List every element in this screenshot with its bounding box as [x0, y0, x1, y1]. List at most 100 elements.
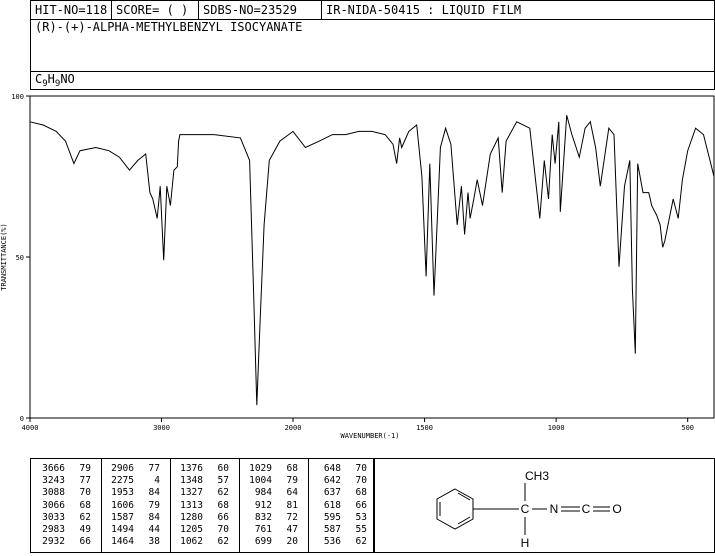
peak-row: 1062 62: [173, 536, 241, 548]
axis-ticks: 4000 3000 2000 1500 1000 500100500: [11, 93, 694, 432]
peak-transmittance: 62: [355, 536, 367, 548]
x-tick-label: 500: [681, 424, 694, 432]
peak-wavenumber: 637: [323, 487, 341, 499]
peak-wavenumber: 2932: [42, 536, 65, 548]
peak-row: 1953 84: [104, 487, 172, 499]
peak-transmittance: 53: [355, 511, 367, 523]
peak-transmittance: 70: [217, 524, 229, 536]
peak-transmittance: 70: [355, 463, 367, 474]
structure-panel: C CH3 H N C O: [374, 458, 715, 553]
peak-row: 1606 79: [104, 500, 172, 512]
y-tick-label: 50: [16, 254, 24, 262]
peak-column: 2906 77 2275 4 1953 84 1606 79 1587 84 1494 44 1464 3…: [104, 463, 172, 548]
peak-row: 984 64: [242, 487, 310, 499]
molecule-structure: C CH3 H N C O: [436, 469, 622, 550]
x-tick-label: 4000: [22, 424, 39, 432]
peak-transmittance: 49: [79, 524, 91, 536]
peak-transmittance: 84: [148, 511, 160, 523]
peak-wavenumber: 3243: [42, 475, 65, 487]
peak-wavenumber: 648: [323, 463, 341, 474]
peak-row: 536 62: [311, 536, 379, 548]
benzene-ring: [436, 488, 474, 530]
peak-transmittance: 68: [355, 487, 367, 499]
peak-wavenumber: 587: [323, 524, 341, 536]
peak-row: 3066 68: [35, 500, 103, 512]
peak-column: 1029 68 1004 79 984 64 912 81 832 72 761 47 699 20: [242, 463, 310, 548]
peak-transmittance: 64: [286, 487, 298, 499]
peak-transmittance: 77: [148, 463, 160, 474]
peak-wavenumber: 1606: [111, 499, 134, 511]
peak-row: 1327 62: [173, 487, 241, 499]
peak-wavenumber: 1280: [180, 511, 203, 523]
peak-transmittance: 72: [286, 511, 298, 523]
peak-row: 1348 57: [173, 475, 241, 487]
peak-row: 832 72: [242, 512, 310, 524]
peak-row: 648 70: [311, 463, 379, 475]
y-axis-title-group: TRANSMITTANCE(%): [0, 223, 8, 290]
peak-transmittance: 66: [79, 536, 91, 548]
nitrogen-label: N: [550, 502, 559, 516]
peak-wavenumber: 1376: [180, 463, 203, 474]
peak-wavenumber: 2275: [111, 475, 134, 487]
column-divider: [170, 459, 171, 552]
peak-row: 2906 77: [104, 463, 172, 475]
peak-transmittance: 66: [217, 511, 229, 523]
peak-wavenumber: 2906: [111, 463, 134, 474]
peak-column: 3666 79 3243 77 3088 70 3066 68 3033 62 2983 49 2932…: [35, 463, 103, 548]
peak-transmittance: 47: [286, 524, 298, 536]
methyl-label: CH3: [525, 469, 549, 483]
peak-wavenumber: 1004: [249, 475, 272, 487]
peak-wavenumber: 1464: [111, 536, 134, 548]
oxygen-label: O: [612, 502, 621, 516]
peak-row: 912 81: [242, 500, 310, 512]
peak-transmittance: 44: [148, 524, 160, 536]
peak-transmittance: 57: [217, 475, 229, 487]
y-tick-label: 100: [11, 93, 24, 101]
peak-transmittance: 81: [286, 499, 298, 511]
peak-transmittance: 77: [79, 475, 91, 487]
column-divider: [239, 459, 240, 552]
peak-transmittance: 79: [286, 475, 298, 487]
x-tick-label: 1000: [548, 424, 565, 432]
peak-row: 1205 70: [173, 524, 241, 536]
peak-wavenumber: 1327: [180, 487, 203, 499]
peak-wavenumber: 832: [254, 511, 272, 523]
peak-column: 648 70 642 70 637 68 618 66 595 53 587 55 536 62: [311, 463, 379, 548]
peak-transmittance: 66: [355, 499, 367, 511]
peak-row: 587 55: [311, 524, 379, 536]
column-divider: [308, 459, 309, 552]
peak-wavenumber: 3088: [42, 487, 65, 499]
peak-transmittance: 60: [217, 463, 229, 474]
peak-transmittance: 62: [79, 511, 91, 523]
peak-row: 1004 79: [242, 475, 310, 487]
peak-transmittance: 38: [148, 536, 160, 548]
peak-table: 3666 79 3243 77 3088 70 3066 68 3033 62 2983 49 2932…: [30, 458, 374, 553]
hydrogen-label: H: [521, 536, 530, 550]
peak-wavenumber: 984: [254, 487, 272, 499]
peak-wavenumber: 699: [254, 536, 272, 548]
peak-row: 1376 60: [173, 463, 241, 475]
peak-wavenumber: 3033: [42, 511, 65, 523]
peak-wavenumber: 1587: [111, 511, 134, 523]
plot-frame: [29, 95, 715, 419]
peak-wavenumber: 618: [323, 499, 341, 511]
x-axis-title: WAVENUMBER(-1): [340, 432, 399, 440]
spectrum-line: [29, 115, 715, 406]
peak-wavenumber: 1029: [249, 463, 272, 474]
peak-wavenumber: 3666: [42, 463, 65, 474]
x-tick-label: 2000: [285, 424, 302, 432]
y-axis-title: TRANSMITTANCE(%): [0, 223, 8, 290]
peak-row: 642 70: [311, 475, 379, 487]
peak-transmittance: 79: [148, 499, 160, 511]
peak-row: 1464 38: [104, 536, 172, 548]
peak-row: 618 66: [311, 500, 379, 512]
peak-transmittance: 68: [286, 463, 298, 474]
peak-wavenumber: 761: [254, 524, 272, 536]
peak-row: 3033 62: [35, 512, 103, 524]
ring-double-bond: [457, 516, 471, 525]
peak-transmittance: 55: [355, 524, 367, 536]
peak-wavenumber: 536: [323, 536, 341, 548]
peak-row: 2983 49: [35, 524, 103, 536]
peak-wavenumber: 1205: [180, 524, 203, 536]
peak-transmittance: 70: [79, 487, 91, 499]
